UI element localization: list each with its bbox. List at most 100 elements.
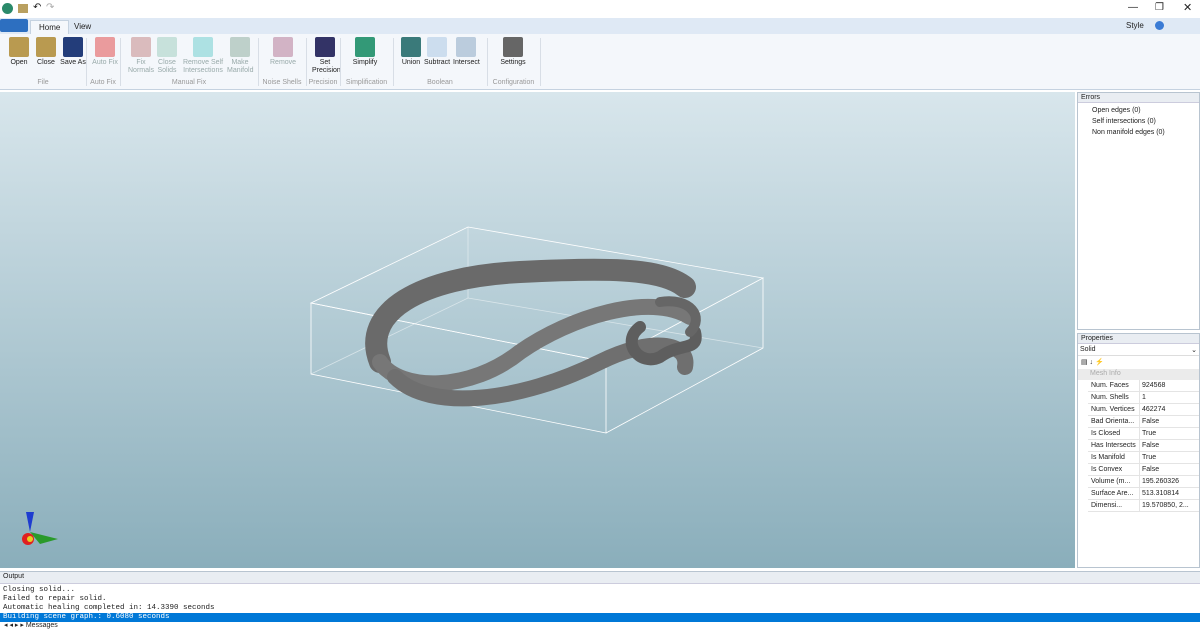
- tab-view[interactable]: View: [66, 20, 99, 34]
- property-value: True: [1142, 454, 1157, 461]
- remove-button[interactable]: Remove: [270, 37, 296, 67]
- redo-icon[interactable]: ↷: [46, 2, 54, 13]
- open-icon[interactable]: [18, 4, 28, 13]
- ribbon: Open Close Save As Auto Fix Fix Normals Close…: [0, 34, 1200, 90]
- axis-gizmo-icon: [22, 512, 58, 545]
- button-label: Remove: [270, 59, 297, 66]
- precision-icon: [315, 37, 335, 57]
- 3d-viewport[interactable]: [0, 92, 1075, 568]
- restore-button[interactable]: ❐: [1155, 2, 1164, 13]
- help-icon[interactable]: [1155, 21, 1164, 30]
- subtract-button[interactable]: Subtract: [424, 37, 450, 67]
- group-divider: [540, 38, 541, 86]
- section-mesh-info[interactable]: Mesh Info: [1078, 369, 1199, 380]
- minimize-button[interactable]: —: [1128, 2, 1138, 13]
- object-selector[interactable]: Solid ⌄: [1078, 344, 1199, 356]
- property-name: Num. Vertices: [1088, 404, 1140, 415]
- close-solids-icon: [157, 37, 177, 57]
- close-solids-button[interactable]: Close Solids: [154, 37, 180, 75]
- auto-fix-button[interactable]: Auto Fix: [92, 37, 118, 67]
- properties-title: Properties: [1078, 334, 1199, 344]
- tab-home[interactable]: Home: [30, 20, 70, 34]
- errors-panel: Errors Open edges (0) Self intersections …: [1077, 92, 1200, 330]
- property-row[interactable]: Volume (m... 195.260326: [1088, 476, 1199, 488]
- save-icon: [63, 37, 83, 57]
- property-value: 462274: [1142, 406, 1166, 413]
- group-label: Configuration: [492, 79, 535, 86]
- property-value: 195.260326: [1142, 478, 1179, 485]
- property-name: Volume (m...: [1088, 476, 1140, 487]
- close-window-button[interactable]: ✕: [1183, 1, 1192, 14]
- properties-panel: Properties Solid ⌄ ▤ ↓ ⚡ Mesh Info Num. F…: [1077, 333, 1200, 568]
- intersect-icon: [456, 37, 476, 57]
- button-label: Settings: [500, 59, 526, 66]
- property-value: False: [1142, 442, 1160, 449]
- property-name: Num. Shells: [1088, 392, 1140, 403]
- simplify-button[interactable]: Simplify: [352, 37, 378, 67]
- output-panel: Output Closing solid... Failed to repair …: [0, 571, 1200, 629]
- button-label: Save As: [60, 59, 86, 66]
- selected-object: Solid: [1080, 346, 1096, 353]
- error-item[interactable]: Self intersections (0): [1092, 116, 1199, 127]
- union-icon: [401, 37, 421, 57]
- union-button[interactable]: Union: [398, 37, 424, 67]
- property-name: Bad Orienta...: [1088, 416, 1140, 427]
- settings-button[interactable]: Settings: [500, 37, 526, 67]
- property-row[interactable]: Dimensi... 19.570850, 2...: [1088, 500, 1199, 512]
- property-value: 19.570850, 2...: [1142, 502, 1189, 509]
- errors-title: Errors: [1078, 93, 1199, 103]
- button-label: Set Precision: [312, 59, 341, 74]
- button-label: Close: [37, 59, 55, 66]
- property-toolbar: ▤ ↓ ⚡: [1081, 359, 1104, 366]
- remove-shells-icon: [273, 37, 293, 57]
- group-label: Auto Fix: [90, 79, 116, 86]
- close-button[interactable]: Close: [33, 37, 59, 67]
- fix-normals-icon: [131, 37, 151, 57]
- property-row[interactable]: Surface Are... 513.310814: [1088, 488, 1199, 500]
- property-row[interactable]: Num. Faces 924568: [1088, 380, 1199, 392]
- group-label: Manual Fix: [171, 79, 207, 86]
- property-row[interactable]: Num. Shells 1: [1088, 392, 1199, 404]
- property-value: False: [1142, 418, 1160, 425]
- group-label: File: [37, 79, 49, 86]
- output-title: Output: [0, 572, 1200, 584]
- property-row[interactable]: Has Intersects False: [1088, 440, 1199, 452]
- property-row[interactable]: Is Convex False: [1088, 464, 1199, 476]
- property-value: False: [1142, 466, 1160, 473]
- manifold-icon: [230, 37, 250, 57]
- group-label: Boolean: [427, 79, 453, 86]
- ribbon-tabs: Home View Style: [0, 18, 1200, 34]
- button-label: Make Manifold: [227, 59, 254, 74]
- property-row[interactable]: Is Closed True: [1088, 428, 1199, 440]
- style-menu[interactable]: Style: [1126, 21, 1144, 30]
- undo-icon[interactable]: ↶: [33, 2, 41, 13]
- group-label: Precision: [308, 79, 338, 86]
- close-folder-icon: [36, 37, 56, 57]
- save-as-button[interactable]: Save As: [60, 37, 86, 67]
- property-name: Surface Are...: [1088, 488, 1140, 499]
- intersect-button[interactable]: Intersect: [453, 37, 480, 67]
- output-line: Failed to repair solid.: [3, 595, 107, 603]
- output-line: Building scene graph.: 0.6080 seconds: [0, 613, 1200, 622]
- button-label: Open: [10, 59, 28, 66]
- fix-normals-button[interactable]: Fix Normals: [128, 37, 154, 75]
- error-item[interactable]: Non manifold edges (0): [1092, 127, 1199, 138]
- set-precision-button[interactable]: Set Precision: [312, 37, 341, 75]
- error-item[interactable]: Open edges (0): [1092, 105, 1199, 116]
- quick-access-toolbar: ↶ ↷ — ❐ ✕: [0, 0, 1200, 18]
- property-row[interactable]: Is Manifold True: [1088, 452, 1199, 464]
- property-row[interactable]: Bad Orienta... False: [1088, 416, 1199, 428]
- property-row[interactable]: Num. Vertices 462274: [1088, 404, 1199, 416]
- open-button[interactable]: Open: [6, 37, 32, 67]
- output-line: Automatic healing completed in: 14.3390 …: [3, 604, 215, 612]
- property-name: Is Convex: [1088, 464, 1140, 475]
- group-label: Noise Shells: [262, 79, 302, 86]
- app-menu-button[interactable]: [0, 19, 28, 32]
- red-cross-icon: [95, 37, 115, 57]
- remove-self-intersections-button[interactable]: Remove Self Intersections: [180, 37, 226, 75]
- scene: [22, 226, 765, 545]
- make-manifold-button[interactable]: Make Manifold: [227, 37, 253, 75]
- star-icon: [193, 37, 213, 57]
- property-name: Has Intersects: [1088, 440, 1140, 451]
- property-value: 924568: [1142, 382, 1166, 389]
